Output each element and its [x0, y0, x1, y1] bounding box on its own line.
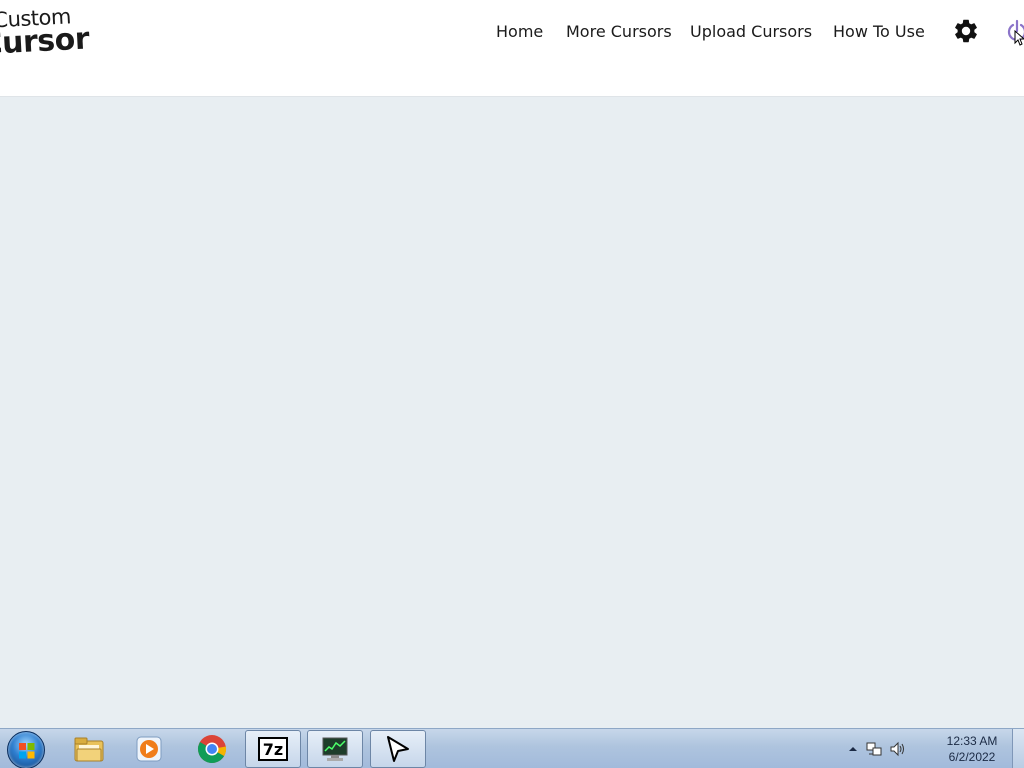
media-player-icon — [136, 736, 162, 762]
7zip-icon: 7z — [258, 737, 288, 761]
taskbar-7zip[interactable]: 7z — [245, 730, 301, 768]
gear-icon — [955, 19, 977, 43]
chrome-icon — [197, 735, 227, 763]
cursor-arrow-icon — [387, 736, 409, 762]
nav-how-to-use[interactable]: How To Use — [833, 21, 925, 43]
folder-icon — [74, 737, 104, 762]
site-logo[interactable]: Custom Cursor — [0, 1, 101, 63]
clock-date: 6/2/2022 — [948, 750, 996, 764]
show-desktop-button[interactable] — [1012, 729, 1024, 768]
start-button[interactable] — [7, 731, 45, 768]
taskbar-system-monitor[interactable] — [307, 730, 363, 768]
network-icon[interactable] — [865, 740, 883, 758]
power-button[interactable] — [1005, 17, 1024, 47]
clock-time: 12:33 AM — [946, 734, 998, 748]
logo-text-cursor: Cursor — [0, 21, 90, 63]
system-clock[interactable]: 12:33 AM 6/2/2022 — [935, 733, 1009, 765]
settings-button[interactable] — [952, 17, 980, 45]
power-icon — [1007, 19, 1024, 46]
taskbar-cursor-app[interactable] — [370, 730, 426, 768]
7zip-icon-label: 7z — [263, 740, 283, 759]
show-hidden-icons-icon[interactable] — [844, 740, 862, 758]
monitor-icon — [322, 737, 348, 761]
nav-home[interactable]: Home — [496, 21, 543, 43]
cut-off-text: : — [0, 113, 1, 128]
nav-more-cursors[interactable]: More Cursors — [566, 21, 672, 43]
windows-taskbar: 7z 12:33 AM 6/2/2022 — [0, 728, 1024, 768]
page-content: : — [0, 97, 1024, 728]
site-header: Custom Cursor Home More Cursors Upload C… — [0, 0, 1024, 97]
taskbar-media-player[interactable] — [121, 730, 177, 768]
taskbar-explorer[interactable] — [61, 730, 117, 768]
nav-upload-cursors[interactable]: Upload Cursors — [690, 21, 812, 43]
volume-icon[interactable] — [889, 740, 907, 758]
taskbar-chrome[interactable] — [184, 730, 240, 768]
windows-logo-icon — [19, 743, 35, 759]
browser-viewport: Custom Cursor Home More Cursors Upload C… — [0, 0, 1024, 768]
